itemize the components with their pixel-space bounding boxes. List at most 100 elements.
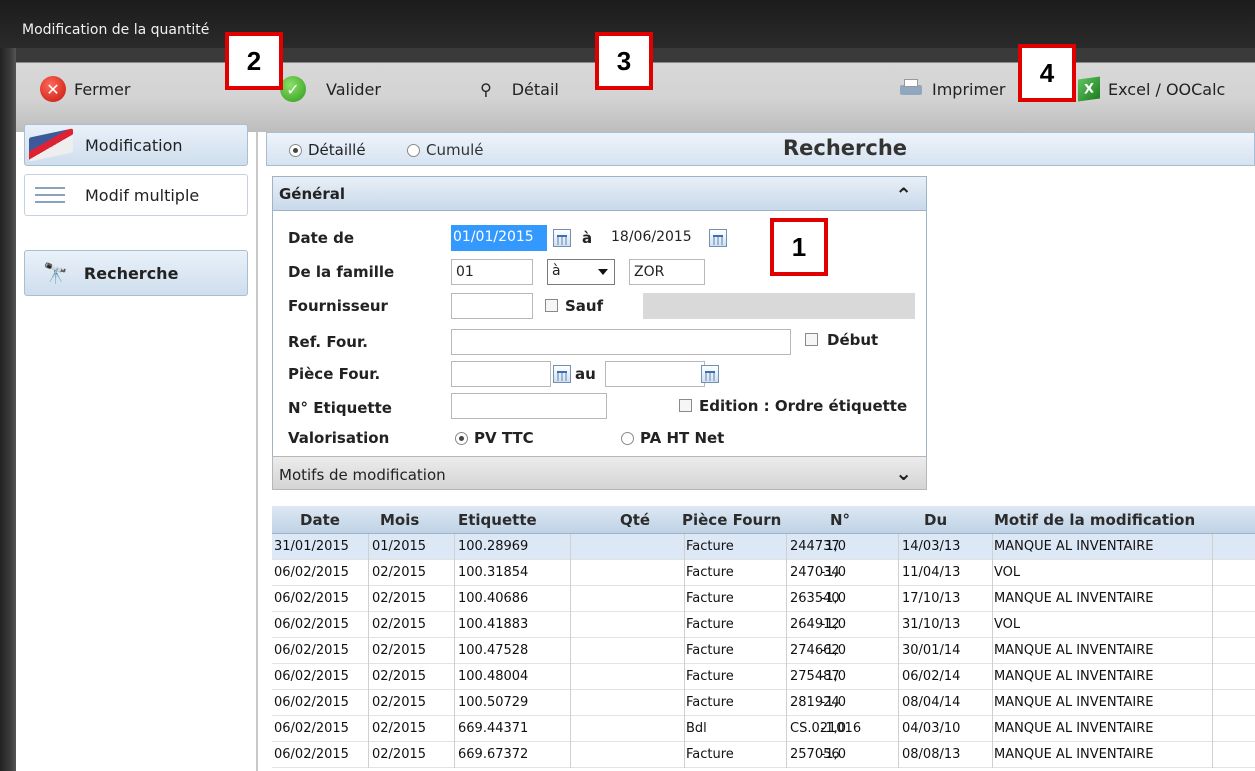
column-separator: [454, 612, 455, 638]
col-date[interactable]: Date: [300, 511, 340, 529]
general-section-header[interactable]: Général ⌃: [273, 177, 926, 211]
table-row[interactable]: 06/02/2015 02/2015 669.67372 -1,0 Facture 257…: [272, 742, 1255, 768]
valorisation-pa-radio[interactable]: PA HT Net: [621, 429, 724, 447]
col-motif[interactable]: Motif de la modification: [994, 511, 1195, 529]
famille-from-input[interactable]: 01: [451, 259, 533, 285]
column-separator: [570, 586, 571, 612]
excel-export-button[interactable]: X Excel / OOCalc: [1078, 76, 1225, 102]
table-cell: 244737: [790, 539, 840, 554]
sidebar-item-label: Recherche: [83, 263, 179, 283]
valorisation-pv-radio[interactable]: PV TTC: [455, 429, 534, 447]
col-etiquette[interactable]: Etiquette: [458, 511, 537, 529]
column-separator: [1212, 716, 1213, 742]
column-separator: [684, 690, 685, 716]
calendar-icon[interactable]: [553, 365, 571, 383]
column-separator: [898, 586, 899, 612]
motifs-section-header[interactable]: Motifs de modification ⌄: [272, 456, 927, 490]
mode-cumul-radio[interactable]: Cumulé: [407, 141, 484, 159]
table-cell: Facture: [686, 747, 734, 762]
debut-checkbox[interactable]: [805, 333, 818, 346]
famille-to-input[interactable]: ZOR: [629, 259, 705, 285]
column-separator: [454, 638, 455, 664]
fournisseur-label: Fournisseur: [288, 297, 388, 315]
table-row[interactable]: 06/02/2015 02/2015 100.31854 -1,0 Facture 247…: [272, 560, 1255, 586]
table-cell: 04/03/10: [902, 721, 961, 736]
column-separator: [898, 664, 899, 690]
sauf-label: Sauf: [565, 297, 604, 315]
column-separator: [454, 560, 455, 586]
print-button[interactable]: Imprimer: [898, 76, 1006, 102]
chevron-up-icon[interactable]: ⌃: [895, 183, 912, 207]
panel-title: Recherche: [783, 136, 908, 160]
date-from-input[interactable]: 01/01/2015: [451, 225, 547, 251]
table-row[interactable]: 06/02/2015 02/2015 669.44371 -1,0 Bdl CS.0210…: [272, 716, 1255, 742]
famille-operator-select[interactable]: à: [547, 259, 615, 285]
table-cell: 669.67372: [458, 747, 529, 762]
column-separator: [368, 716, 369, 742]
mode-detail-radio[interactable]: Détaillé: [289, 141, 366, 159]
table-row[interactable]: 06/02/2015 02/2015 100.48004 -1,0 Facture 275…: [272, 664, 1255, 690]
column-separator: [684, 560, 685, 586]
table-cell: 02/2015: [372, 643, 427, 658]
table-header: Date Mois Etiquette Qté Pièce Fourn N° D…: [272, 506, 1255, 534]
col-qte[interactable]: Qté: [620, 511, 650, 529]
table-row[interactable]: 06/02/2015 02/2015 100.40686 -1,0 Facture 263…: [272, 586, 1255, 612]
valorisation-label: Valorisation: [288, 429, 390, 447]
edition-checkbox[interactable]: [679, 399, 692, 412]
column-separator: [992, 612, 993, 638]
famille-operator-value: à: [552, 263, 561, 279]
general-section: Général ⌃ Date de 01/01/2015 à 18/06/201…: [272, 176, 927, 466]
table-row[interactable]: 31/01/2015 01/2015 100.28969 1,0 Facture 2447…: [272, 534, 1255, 560]
calendar-icon[interactable]: [701, 365, 719, 383]
date-to-input[interactable]: 18/06/2015: [607, 225, 707, 251]
close-button[interactable]: ✕ Fermer: [40, 76, 130, 102]
sauf-checkbox[interactable]: [545, 299, 558, 312]
table-row[interactable]: 06/02/2015 02/2015 100.47528 -1,0 Facture 274…: [272, 638, 1255, 664]
table-cell: Facture: [686, 617, 734, 632]
col-numero[interactable]: N°: [830, 511, 850, 529]
column-separator: [1212, 690, 1213, 716]
col-mois[interactable]: Mois: [380, 511, 419, 529]
table-cell: CS.021016: [790, 721, 862, 736]
column-separator: [898, 638, 899, 664]
mode-cumul-label: Cumulé: [426, 141, 484, 159]
fournisseur-input[interactable]: [451, 293, 533, 319]
calendar-icon[interactable]: [709, 229, 727, 247]
piece-four-from-input[interactable]: [451, 361, 551, 387]
validate-button[interactable]: ✓ Valider: [280, 76, 381, 102]
column-separator: [684, 534, 685, 560]
sidebar-item-modif-multiple[interactable]: Modif multiple: [24, 174, 248, 216]
chevron-down-icon[interactable]: ⌄: [895, 461, 912, 485]
detail-button[interactable]: ⚲ Détail: [480, 76, 559, 102]
column-separator: [992, 716, 993, 742]
column-separator: [1212, 560, 1213, 586]
column-separator: [898, 534, 899, 560]
table-cell: MANQUE AL INVENTAIRE: [994, 669, 1154, 684]
calendar-icon[interactable]: [553, 229, 571, 247]
column-separator: [992, 742, 993, 768]
table-cell: Facture: [686, 591, 734, 606]
callout-2: 2: [225, 32, 283, 90]
column-separator: [1212, 586, 1213, 612]
table-row[interactable]: 06/02/2015 02/2015 100.50729 -1,0 Facture 281…: [272, 690, 1255, 716]
table-cell: 01/2015: [372, 539, 427, 554]
magnifier-icon: ⚲: [480, 79, 492, 99]
col-du[interactable]: Du: [924, 511, 947, 529]
table-cell: 30/01/14: [902, 643, 961, 658]
column-separator: [1212, 664, 1213, 690]
sidebar-item-recherche[interactable]: 🔭 Recherche: [24, 250, 248, 296]
column-separator: [570, 534, 571, 560]
table-cell: 06/02/2015: [274, 747, 349, 762]
etiquette-input[interactable]: [451, 393, 607, 419]
column-separator: [992, 690, 993, 716]
column-separator: [1212, 638, 1213, 664]
table-cell: 257056: [790, 747, 840, 762]
list-icon: [29, 183, 73, 207]
col-piece-fourn[interactable]: Pièce Fourn: [682, 511, 781, 529]
table-row[interactable]: 06/02/2015 02/2015 100.41883 -1,0 Facture 264…: [272, 612, 1255, 638]
ref-four-input[interactable]: [451, 329, 791, 355]
sidebar-item-modification[interactable]: Modification: [24, 124, 248, 166]
table-cell: 281924: [790, 695, 840, 710]
column-separator: [684, 742, 685, 768]
piece-four-to-input[interactable]: [605, 361, 705, 387]
